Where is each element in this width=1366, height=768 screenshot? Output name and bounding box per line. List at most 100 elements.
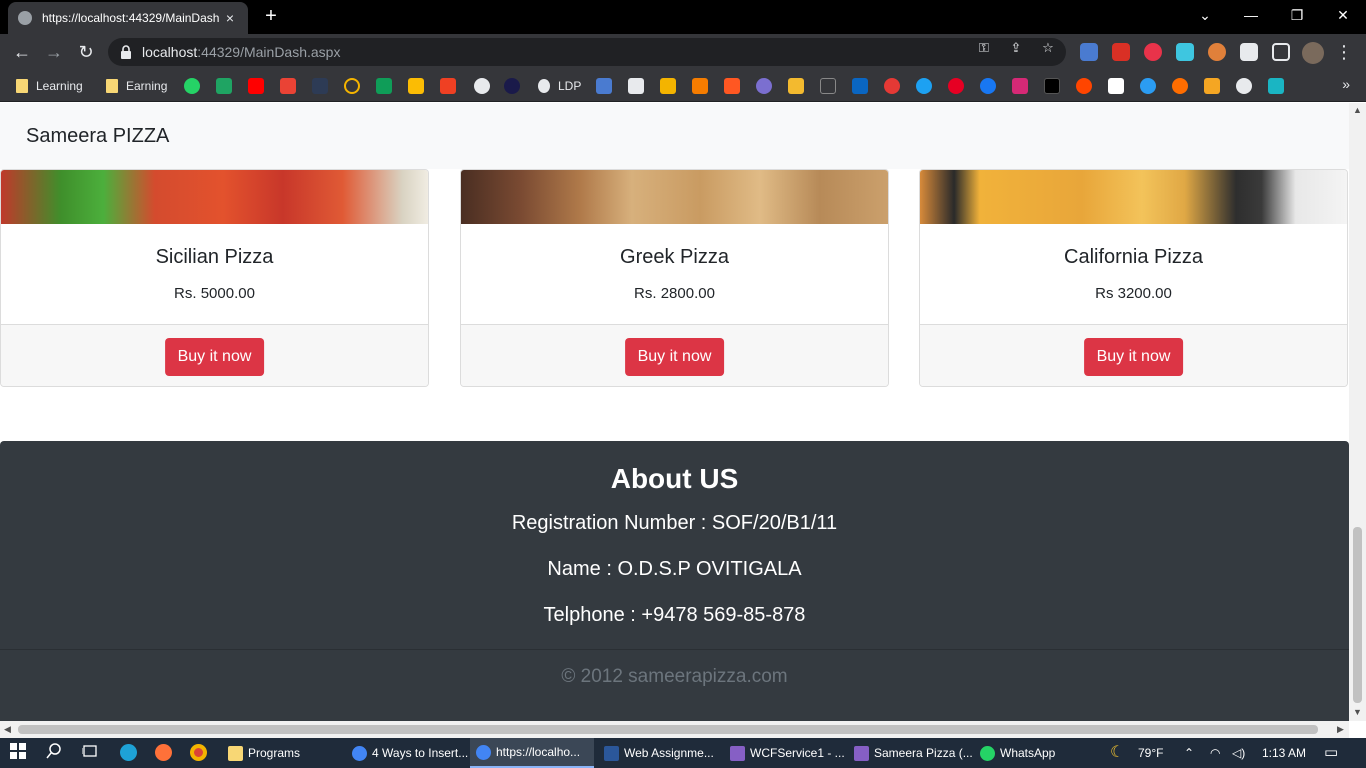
buy-it-now-button[interactable]: Buy it now [1083, 338, 1184, 376]
close-window-button[interactable]: ✕ [1320, 0, 1366, 30]
translate-extension-icon[interactable] [1080, 43, 1098, 61]
google-drive-icon[interactable] [216, 78, 232, 94]
key-icon[interactable]: ⚿ [976, 40, 992, 56]
circle-app-icon[interactable] [344, 78, 360, 94]
video-extension-icon[interactable] [1112, 43, 1130, 61]
copyright-text: © 2012 sameerapizza.com [561, 666, 788, 687]
product-name: California Pizza [1064, 246, 1203, 268]
shield-app-icon[interactable] [756, 78, 772, 94]
cookie-extension-icon[interactable] [1208, 43, 1226, 61]
forward-button[interactable]: → [42, 40, 66, 64]
star-icon[interactable]: ☆ [1040, 40, 1056, 56]
reload-button[interactable]: ↻ [74, 40, 98, 64]
horizontal-scroll-thumb[interactable] [18, 725, 1318, 734]
in-app-icon[interactable] [1204, 78, 1220, 94]
product-price: Rs 3200.00 [1095, 285, 1172, 302]
sicilian-pizza-image [1, 170, 428, 224]
back-button[interactable]: ← [10, 40, 34, 64]
youtube-icon[interactable] [248, 78, 264, 94]
tiktok-icon[interactable] [1044, 78, 1060, 94]
browser-tab-strip: https://localhost:44329/MainDash × + ⌄ —… [0, 0, 1366, 34]
folder-icon [228, 745, 243, 761]
taskbar-app-whatsapp[interactable]: WhatsApp [974, 738, 1074, 768]
product-card: Greek Pizza Rs. 2800.00 Buy it now [460, 169, 889, 387]
app-icon[interactable] [820, 78, 836, 94]
scroll-left-icon[interactable]: ◀ [4, 724, 11, 735]
windows-start-icon[interactable] [8, 743, 28, 763]
task-view-icon[interactable] [80, 743, 100, 763]
pinterest-icon[interactable] [948, 78, 964, 94]
instagram-icon[interactable] [1012, 78, 1028, 94]
gmail-icon[interactable] [280, 78, 296, 94]
tab-close-icon[interactable]: × [222, 10, 238, 26]
moon-app-icon[interactable] [474, 78, 490, 94]
app-icon[interactable] [884, 78, 900, 94]
taskbar-app-chrome-localhost[interactable]: https://localho... [470, 738, 594, 768]
binance-icon[interactable] [788, 78, 804, 94]
edge-icon[interactable] [118, 743, 138, 763]
scroll-down-icon[interactable]: ▼ [1353, 707, 1362, 717]
sheets-icon[interactable] [376, 78, 392, 94]
g-app-icon[interactable] [660, 78, 676, 94]
c-app-icon[interactable] [1140, 78, 1156, 94]
puzzle-extensions-icon[interactable] [1240, 43, 1258, 61]
browser-tab-active[interactable]: https://localhost:44329/MainDash × [8, 2, 248, 34]
new-tab-button[interactable]: + [260, 5, 282, 27]
tab-search-icon[interactable]: ⌄ [1182, 0, 1228, 30]
bookmark-folder-earning[interactable]: Earning [106, 77, 167, 95]
twitter-icon[interactable] [916, 78, 932, 94]
search-icon[interactable] [44, 743, 64, 763]
app-icon[interactable] [692, 78, 708, 94]
pocket-icon[interactable] [440, 78, 456, 94]
share-icon[interactable]: ⇪ [1008, 40, 1024, 56]
medium-icon[interactable] [1108, 78, 1124, 94]
taskbar-app-chrome-window[interactable]: 4 Ways to Insert... [346, 738, 468, 768]
vertical-scroll-thumb[interactable] [1353, 527, 1362, 703]
address-bar[interactable]: localhost:44329/MainDash.aspx [108, 38, 1066, 66]
record-extension-icon[interactable] [1144, 43, 1162, 61]
taskbar-app-visual-studio-wcf[interactable]: WCFService1 - ... [724, 738, 845, 768]
wifi-icon[interactable]: ◠ [1210, 738, 1220, 768]
site-brand[interactable]: Sameera PIZZA [26, 125, 169, 148]
facebook-icon[interactable] [980, 78, 996, 94]
buy-it-now-button[interactable]: Buy it now [624, 338, 725, 376]
notification-icon[interactable]: ▭ [1324, 738, 1338, 768]
chrome-icon[interactable] [188, 743, 208, 763]
x-app-icon[interactable] [724, 78, 740, 94]
tray-overflow-icon[interactable]: ⌃ [1184, 738, 1194, 768]
linkedin-icon[interactable] [852, 78, 868, 94]
translate-icon[interactable] [596, 78, 612, 94]
app-icon[interactable] [1172, 78, 1188, 94]
firefox-icon[interactable] [153, 743, 173, 763]
document-icon[interactable] [628, 78, 644, 94]
minimize-button[interactable]: — [1228, 0, 1274, 30]
vertical-scrollbar[interactable]: ▲ ▼ [1349, 103, 1366, 721]
scroll-up-icon[interactable]: ▲ [1353, 105, 1362, 115]
reddit-icon[interactable] [1076, 78, 1092, 94]
clock[interactable]: 1:13 AM [1262, 738, 1306, 768]
volume-icon[interactable]: ◁) [1232, 738, 1245, 768]
side-panel-icon[interactable] [1272, 43, 1290, 61]
app-icon[interactable] [1268, 78, 1284, 94]
scroll-right-icon[interactable]: ▶ [1337, 724, 1344, 735]
whatsapp-icon[interactable] [184, 78, 200, 94]
taskbar-app-visual-studio-pizza[interactable]: Sameera Pizza (... [848, 738, 973, 768]
buy-it-now-button[interactable]: Buy it now [164, 338, 265, 376]
globe-icon[interactable] [1236, 78, 1252, 94]
more-menu-icon[interactable]: ⋮ [1334, 40, 1354, 64]
bookmarks-overflow-icon[interactable]: » [1342, 76, 1350, 92]
s-app-icon[interactable] [504, 78, 520, 94]
profile-avatar[interactable] [1302, 42, 1324, 64]
restore-button[interactable]: ❐ [1274, 0, 1320, 30]
bookmark-folder-learning[interactable]: Learning [16, 77, 83, 95]
bolt-extension-icon[interactable] [1176, 43, 1194, 61]
analytics-icon[interactable] [408, 78, 424, 94]
taskbar-app-programs[interactable]: Programs [222, 738, 340, 768]
moon-weather-icon[interactable]: ☾ [1110, 738, 1124, 768]
bookmark-ldp[interactable]: LDP [538, 77, 581, 95]
taskbar-app-word[interactable]: Web Assignme... [598, 738, 720, 768]
horizontal-scrollbar[interactable]: ◀ ▶ [0, 721, 1349, 738]
owner-name: Name : O.D.S.P OVITIGALA [547, 558, 802, 580]
weather-temperature[interactable]: 79°F [1138, 738, 1163, 768]
bookmark-icon[interactable] [312, 78, 328, 94]
